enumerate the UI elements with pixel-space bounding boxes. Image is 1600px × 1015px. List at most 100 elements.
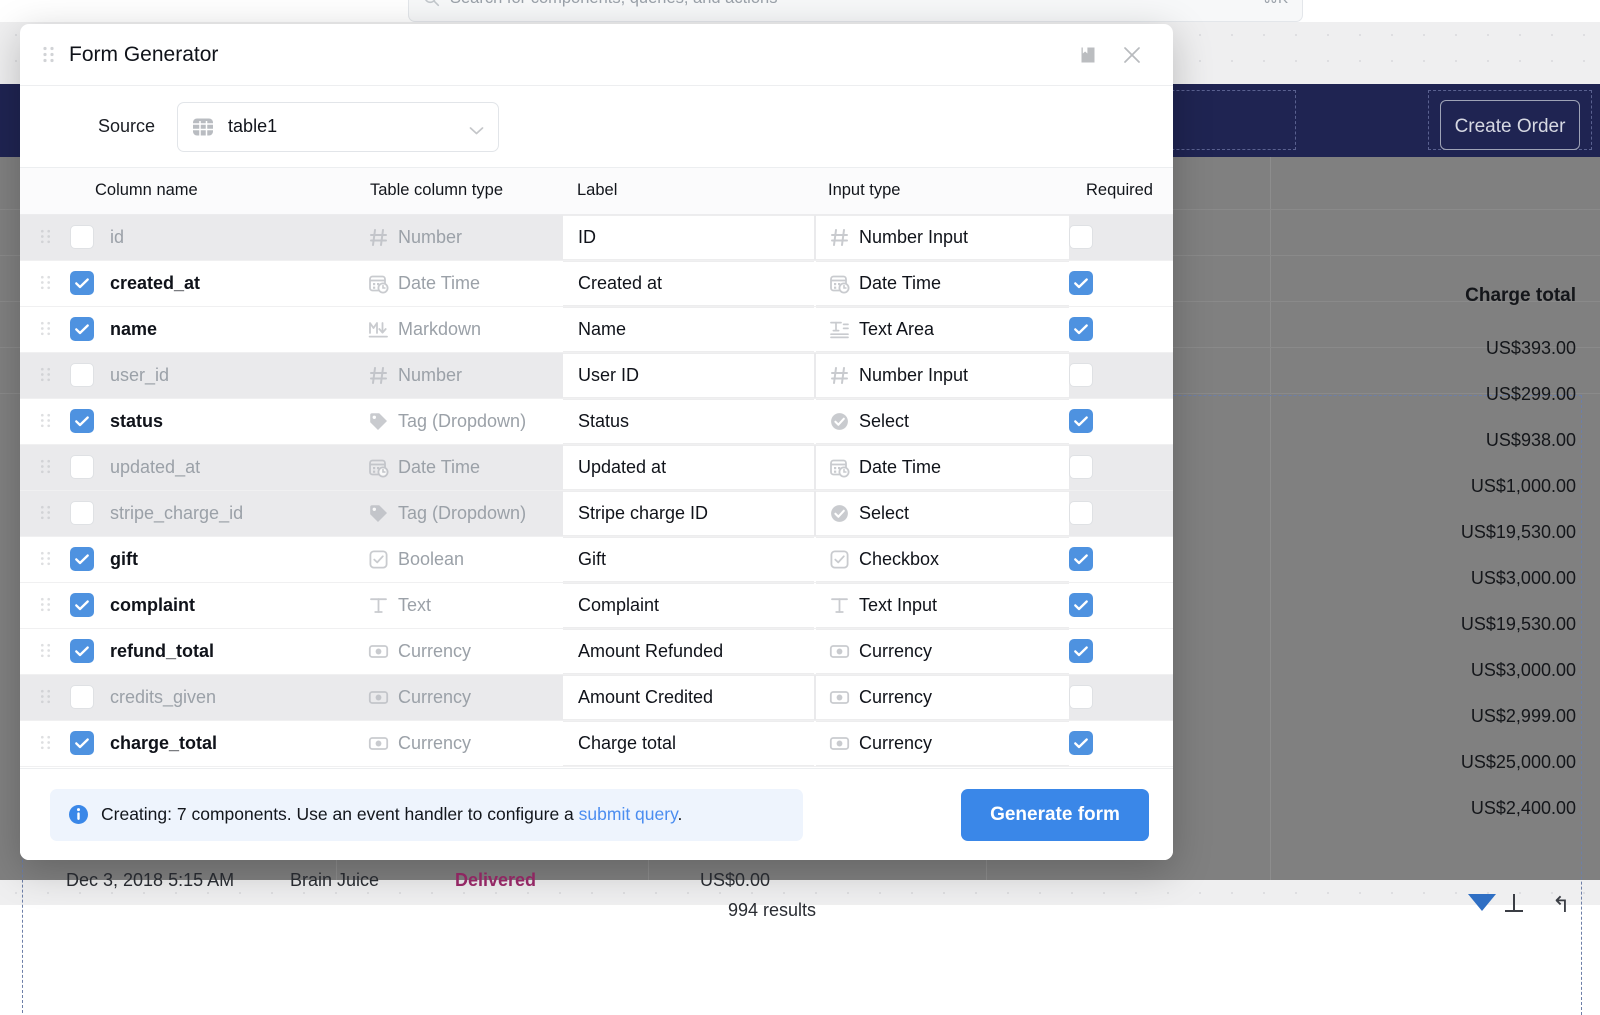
row-enable-checkbox[interactable] [70,731,94,755]
row-required-checkbox[interactable] [1069,685,1093,709]
tag-icon [368,503,389,524]
row-label-input[interactable] [563,307,814,352]
drag-handle-icon[interactable] [40,551,51,566]
row-label-input[interactable] [563,353,814,398]
row-input-type-select[interactable]: Date Time [816,261,1069,306]
row-enable-checkbox[interactable] [70,593,94,617]
row-input-type-select[interactable]: Select [816,491,1069,536]
row-enable-checkbox[interactable] [70,271,94,295]
drag-handle-icon[interactable] [40,275,51,290]
drag-handle-icon[interactable] [40,643,51,658]
global-search-bar[interactable]: Search for components, queries, and acti… [408,0,1303,22]
drag-handle-icon[interactable] [40,689,51,704]
row-label-input[interactable] [563,491,814,536]
submit-query-link[interactable]: submit query [579,804,678,824]
row-column-name-cell: id [70,214,368,260]
row-enable-checkbox[interactable] [70,501,94,525]
row-required-cell [1069,214,1173,260]
row-required-checkbox[interactable] [1069,409,1093,433]
row-required-cell [1069,674,1173,720]
row-enable-checkbox[interactable] [70,225,94,249]
background-table-column-header: Charge total [1465,285,1576,307]
row-label-input[interactable] [563,537,814,582]
table-row: created_atDate TimeDate Time [20,260,1173,306]
book-icon[interactable] [1071,38,1105,72]
currency-icon [368,687,389,708]
row-required-checkbox[interactable] [1069,363,1093,387]
row-input-type-select[interactable]: Date Time [816,445,1069,490]
row-required-checkbox[interactable] [1069,639,1093,663]
row-required-checkbox[interactable] [1069,731,1093,755]
background-amount-cell: US$1,000.00 [1276,476,1576,497]
row-enable-checkbox[interactable] [70,363,94,387]
row-required-checkbox[interactable] [1069,593,1093,617]
row-column-name-cell: status [70,398,368,444]
drag-handle-icon[interactable] [40,229,51,244]
filter-icon[interactable] [1468,894,1496,911]
row-required-cell [1069,260,1173,306]
row-required-checkbox[interactable] [1069,225,1093,249]
row-column-name: charge_total [110,733,217,754]
row-required-checkbox[interactable] [1069,271,1093,295]
row-enable-checkbox[interactable] [70,547,94,571]
row-input-type-select[interactable]: Currency [816,629,1069,674]
row-label-input[interactable] [563,261,814,306]
refresh-icon[interactable]: ↰ [1552,892,1570,918]
row-label-cell [563,720,816,766]
row-enable-checkbox[interactable] [70,409,94,433]
drag-handle-icon[interactable] [40,321,51,336]
row-label-input[interactable] [563,399,814,444]
row-label-input[interactable] [563,583,814,628]
drag-handle-icon[interactable] [40,735,51,750]
table-row: credits_givenCurrencyCurrency [20,674,1173,720]
columns-table: Column name Table column type Label Inpu… [20,168,1173,767]
hash-icon [368,227,389,248]
hash-icon [829,227,850,248]
row-input-type-select[interactable]: Number Input [816,353,1069,398]
row-input-type: Currency [859,687,932,708]
row-column-name: user_id [110,365,169,386]
row-label-input[interactable] [563,629,814,674]
row-input-type-select[interactable]: Currency [816,675,1069,720]
row-required-checkbox[interactable] [1069,455,1093,479]
row-input-type-select[interactable]: Select [816,399,1069,444]
row-input-type-select[interactable]: Text Area [816,307,1069,352]
row-drag-handle-cell [20,490,70,536]
row-drag-handle-cell [20,444,70,490]
create-order-button[interactable]: Create Order [1440,100,1580,150]
row-column-name: created_at [110,273,200,294]
row-enable-checkbox[interactable] [70,639,94,663]
row-input-type-select[interactable]: Text Input [816,583,1069,628]
row-label-input[interactable] [563,445,814,490]
row-input-type-cell: Date Time [816,444,1069,490]
row-required-checkbox[interactable] [1069,317,1093,341]
row-label-input[interactable] [563,721,814,766]
row-required-checkbox[interactable] [1069,501,1093,525]
drag-handle-icon[interactable] [40,413,51,428]
drag-handle-icon[interactable] [40,459,51,474]
drag-handle-icon[interactable] [40,505,51,520]
row-required-checkbox[interactable] [1069,547,1093,571]
drag-handle-icon[interactable] [40,367,51,382]
row-input-type-cell: Currency [816,628,1069,674]
row-input-type-select[interactable]: Checkbox [816,537,1069,582]
source-select[interactable]: table1 [177,102,499,152]
background-row-date: Dec 3, 2018 5:15 AM [66,870,234,891]
row-enable-checkbox[interactable] [70,317,94,341]
drag-handle-icon[interactable] [40,597,51,612]
row-label-input[interactable] [563,215,814,260]
row-input-type-select[interactable]: Number Input [816,215,1069,260]
background-results-count: 994 results [728,900,816,921]
close-icon[interactable] [1115,38,1149,72]
row-drag-handle-cell [20,582,70,628]
row-input-type-select[interactable]: Currency [816,721,1069,766]
row-drag-handle-cell [20,536,70,582]
row-input-type: Date Time [859,457,941,478]
row-drag-handle-cell [20,674,70,720]
row-enable-checkbox[interactable] [70,455,94,479]
row-label-input[interactable] [563,675,814,720]
drag-handle-icon[interactable] [42,46,55,63]
generate-form-button[interactable]: Generate form [961,789,1149,841]
row-enable-checkbox[interactable] [70,685,94,709]
row-input-type-cell: Number Input [816,352,1069,398]
